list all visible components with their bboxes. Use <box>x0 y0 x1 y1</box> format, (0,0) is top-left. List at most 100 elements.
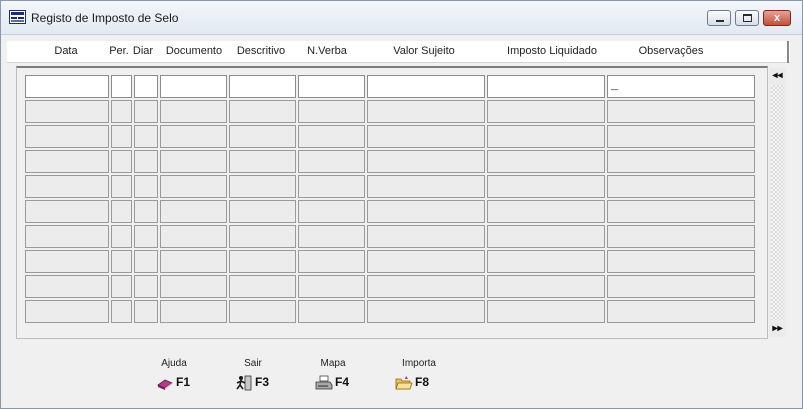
cell-data[interactable] <box>25 250 109 273</box>
cell-data[interactable] <box>25 100 109 123</box>
exit-button[interactable]: Sair F3 <box>223 358 283 394</box>
cell-data[interactable] <box>25 300 109 323</box>
cell-diar[interactable] <box>134 275 158 298</box>
cell-observacoes[interactable] <box>607 275 755 298</box>
cell-observacoes[interactable] <box>607 100 755 123</box>
cell-valor-sujeito[interactable] <box>367 200 485 223</box>
cell-n-verba[interactable] <box>298 275 365 298</box>
import-button[interactable]: Importa F8 <box>389 358 449 394</box>
scroll-track[interactable] <box>771 85 784 320</box>
cell-documento[interactable] <box>160 125 227 148</box>
cell-observacoes[interactable] <box>607 125 755 148</box>
cell-imposto-liquidado[interactable] <box>487 225 605 248</box>
cell-diar[interactable] <box>134 250 158 273</box>
cell-per[interactable] <box>111 300 132 323</box>
cell-descritivo[interactable] <box>229 175 296 198</box>
cell-imposto-liquidado[interactable] <box>487 275 605 298</box>
cell-n-verba[interactable] <box>298 250 365 273</box>
cell-descritivo[interactable] <box>229 225 296 248</box>
cell-documento[interactable] <box>160 275 227 298</box>
cell-per[interactable] <box>111 125 132 148</box>
cell-n-verba[interactable] <box>298 200 365 223</box>
cell-imposto-liquidado[interactable] <box>487 200 605 223</box>
cell-diar[interactable] <box>134 300 158 323</box>
cell-documento[interactable] <box>160 250 227 273</box>
cell-data[interactable] <box>25 75 109 98</box>
cell-n-verba[interactable] <box>298 75 365 98</box>
cell-n-verba[interactable] <box>298 175 365 198</box>
cell-valor-sujeito[interactable] <box>367 225 485 248</box>
cell-n-verba[interactable] <box>298 225 365 248</box>
cell-diar[interactable] <box>134 200 158 223</box>
cell-per[interactable] <box>111 275 132 298</box>
cell-documento[interactable] <box>160 225 227 248</box>
cell-n-verba[interactable] <box>298 150 365 173</box>
cell-imposto-liquidado[interactable] <box>487 100 605 123</box>
cell-per[interactable] <box>111 150 132 173</box>
cell-observacoes[interactable] <box>607 175 755 198</box>
scroll-down-icon[interactable]: ▸▸ <box>769 321 786 337</box>
cell-diar[interactable] <box>134 75 158 98</box>
cell-valor-sujeito[interactable] <box>367 150 485 173</box>
cell-imposto-liquidado[interactable] <box>487 150 605 173</box>
cell-diar[interactable] <box>134 125 158 148</box>
cell-data[interactable] <box>25 150 109 173</box>
cell-per[interactable] <box>111 200 132 223</box>
cell-observacoes[interactable] <box>607 250 755 273</box>
cell-data[interactable] <box>25 275 109 298</box>
scroll-up-icon[interactable]: ◂◂ <box>769 68 786 84</box>
cell-descritivo[interactable] <box>229 300 296 323</box>
cell-observacoes[interactable] <box>607 300 755 323</box>
cell-per[interactable] <box>111 100 132 123</box>
cell-imposto-liquidado[interactable] <box>487 250 605 273</box>
cell-observacoes[interactable]: _ <box>607 75 755 98</box>
cell-imposto-liquidado[interactable] <box>487 125 605 148</box>
cell-observacoes[interactable] <box>607 150 755 173</box>
cell-diar[interactable] <box>134 100 158 123</box>
cell-descritivo[interactable] <box>229 275 296 298</box>
cell-per[interactable] <box>111 75 132 98</box>
cell-valor-sujeito[interactable] <box>367 125 485 148</box>
close-button[interactable]: x <box>763 10 791 26</box>
cell-n-verba[interactable] <box>298 125 365 148</box>
maximize-button[interactable] <box>735 10 759 26</box>
vertical-scrollbar[interactable]: ◂◂ ▸▸ <box>769 68 786 337</box>
cell-documento[interactable] <box>160 100 227 123</box>
cell-descritivo[interactable] <box>229 250 296 273</box>
cell-valor-sujeito[interactable] <box>367 300 485 323</box>
cell-descritivo[interactable] <box>229 150 296 173</box>
cell-documento[interactable] <box>160 150 227 173</box>
cell-valor-sujeito[interactable] <box>367 75 485 98</box>
cell-imposto-liquidado[interactable] <box>487 300 605 323</box>
cell-diar[interactable] <box>134 175 158 198</box>
cell-observacoes[interactable] <box>607 200 755 223</box>
cell-per[interactable] <box>111 175 132 198</box>
cell-descritivo[interactable] <box>229 125 296 148</box>
cell-data[interactable] <box>25 200 109 223</box>
cell-data[interactable] <box>25 225 109 248</box>
cell-imposto-liquidado[interactable] <box>487 75 605 98</box>
cell-valor-sujeito[interactable] <box>367 250 485 273</box>
cell-valor-sujeito[interactable] <box>367 275 485 298</box>
cell-n-verba[interactable] <box>298 100 365 123</box>
cell-valor-sujeito[interactable] <box>367 100 485 123</box>
cell-diar[interactable] <box>134 225 158 248</box>
cell-observacoes[interactable] <box>607 225 755 248</box>
cell-diar[interactable] <box>134 150 158 173</box>
help-button[interactable]: Ajuda F1 <box>144 358 204 394</box>
cell-documento[interactable] <box>160 75 227 98</box>
cell-documento[interactable] <box>160 200 227 223</box>
cell-data[interactable] <box>25 125 109 148</box>
cell-per[interactable] <box>111 225 132 248</box>
cell-n-verba[interactable] <box>298 300 365 323</box>
cell-descritivo[interactable] <box>229 100 296 123</box>
cell-documento[interactable] <box>160 175 227 198</box>
cell-imposto-liquidado[interactable] <box>487 175 605 198</box>
cell-descritivo[interactable] <box>229 75 296 98</box>
title-bar[interactable]: Registo de Imposto de Selo x <box>1 1 802 35</box>
cell-descritivo[interactable] <box>229 200 296 223</box>
cell-valor-sujeito[interactable] <box>367 175 485 198</box>
map-button[interactable]: Mapa F4 <box>303 358 363 394</box>
cell-documento[interactable] <box>160 300 227 323</box>
minimize-button[interactable] <box>707 10 731 26</box>
